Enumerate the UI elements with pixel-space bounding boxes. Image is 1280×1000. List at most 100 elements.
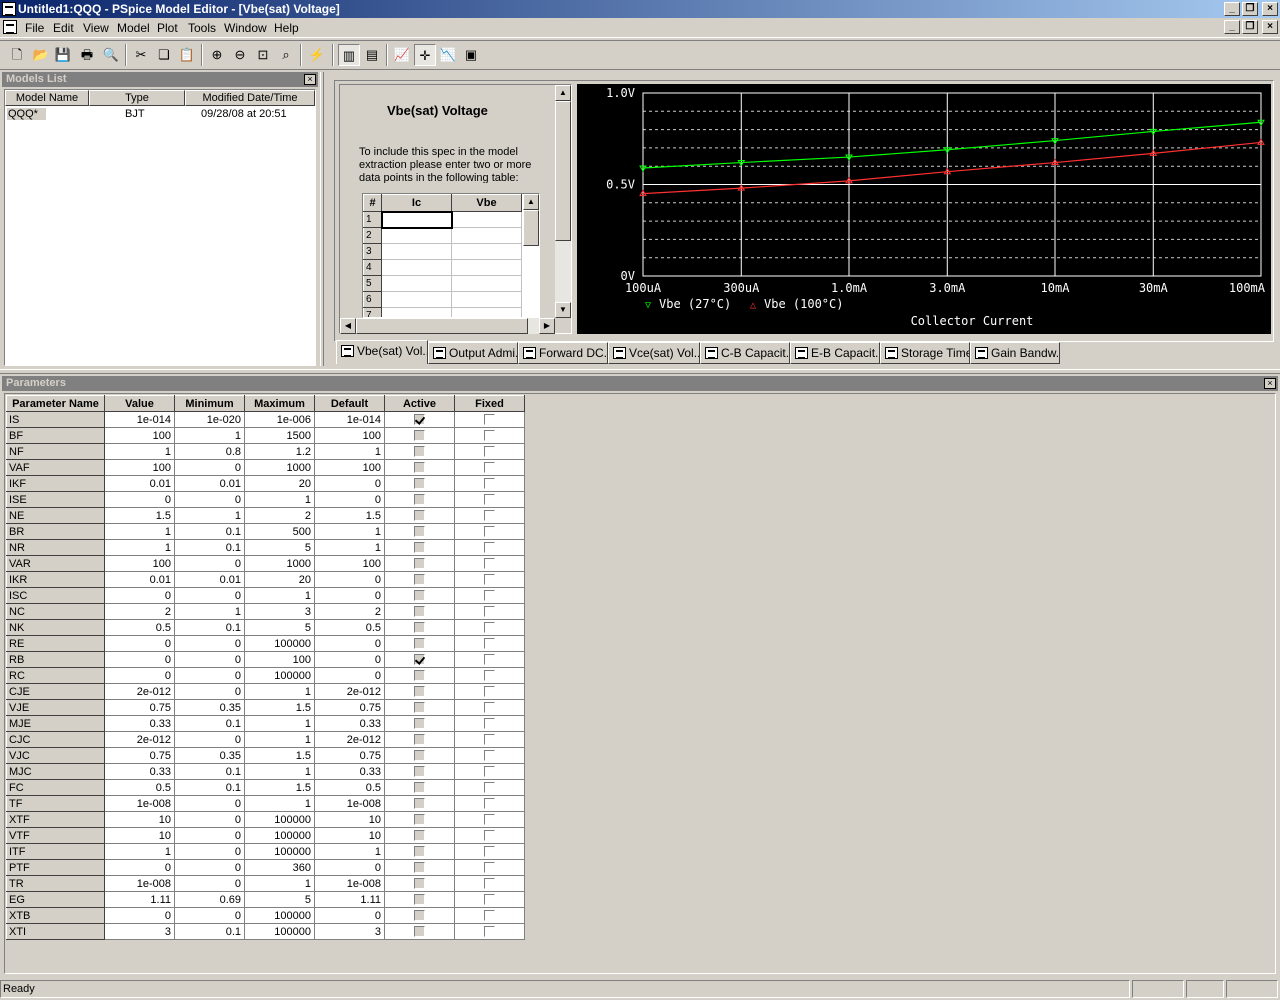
chart[interactable]: 1.0V 0.5V 0V 100uA 300uA 1.0mA 3.0mA 10mA 30mA 10…	[577, 84, 1271, 334]
menu-view[interactable]: View	[83, 21, 109, 35]
active-checkbox[interactable]	[414, 590, 425, 602]
param-default[interactable]: 1	[314, 523, 385, 540]
param-value[interactable]: 0.5	[104, 779, 175, 796]
param-minimum[interactable]: 0	[174, 555, 245, 572]
param-default[interactable]: 1.5	[314, 507, 385, 524]
active-checkbox[interactable]	[414, 814, 425, 826]
param-default[interactable]: 0.5	[314, 619, 385, 636]
param-default[interactable]: 0.75	[314, 699, 385, 716]
active-checkbox[interactable]	[414, 782, 425, 794]
param-value[interactable]: 0.33	[104, 763, 175, 780]
fixed-checkbox[interactable]	[484, 734, 495, 746]
models-list-close-icon[interactable]: ×	[304, 74, 316, 85]
table-row[interactable]: CJE 2e-012 0 1 2e-012	[6, 683, 525, 700]
marker-icon[interactable]: 📉	[437, 44, 459, 66]
param-default[interactable]: 0	[314, 859, 385, 876]
param-default[interactable]: 1e-008	[314, 795, 385, 812]
param-maximum[interactable]: 2	[244, 507, 315, 524]
param-default[interactable]: 1	[314, 443, 385, 460]
param-maximum[interactable]: 1	[244, 795, 315, 812]
menu-plot[interactable]: Plot	[157, 21, 178, 35]
fixed-checkbox[interactable]	[484, 910, 495, 922]
spec-table-scroll-up-icon[interactable]: ▲	[523, 194, 539, 210]
param-maximum[interactable]: 1	[244, 715, 315, 732]
param-default[interactable]: 1	[314, 843, 385, 860]
param-value[interactable]: 1.11	[104, 891, 175, 908]
param-minimum[interactable]: 0.1	[174, 619, 245, 636]
app-icon[interactable]	[2, 2, 16, 16]
param-minimum[interactable]: 0	[174, 875, 245, 892]
table-row[interactable]: NR 1 0.1 5 1	[6, 539, 525, 556]
table-row[interactable]: EG 1.11 0.69 5 1.11	[6, 891, 525, 908]
param-maximum[interactable]: 100	[244, 651, 315, 668]
param-default[interactable]: 10	[314, 811, 385, 828]
active-checkbox[interactable]	[414, 574, 425, 586]
fixed-checkbox[interactable]	[484, 494, 495, 506]
active-checkbox[interactable]	[414, 862, 425, 874]
active-checkbox[interactable]	[414, 462, 425, 474]
vbe-cell[interactable]	[451, 275, 522, 292]
active-checkbox[interactable]	[414, 798, 425, 810]
param-value[interactable]: 0	[104, 651, 175, 668]
col-minimum[interactable]: Minimum	[174, 395, 245, 412]
menu-window[interactable]: Window	[224, 21, 267, 35]
fixed-checkbox[interactable]	[484, 718, 495, 730]
active-checkbox[interactable]	[414, 686, 425, 698]
fixed-checkbox[interactable]	[484, 702, 495, 714]
fixed-checkbox[interactable]	[484, 686, 495, 698]
vbe-cell[interactable]	[451, 227, 522, 244]
param-minimum[interactable]: 0.1	[174, 523, 245, 540]
active-checkbox[interactable]	[414, 638, 425, 650]
param-value[interactable]: 0	[104, 587, 175, 604]
horizontal-splitter[interactable]	[0, 369, 1280, 374]
param-minimum[interactable]: 0.1	[174, 763, 245, 780]
scroll-right-icon[interactable]: ▶	[539, 318, 555, 334]
pspice-icon[interactable]: ▣	[460, 44, 482, 66]
zoom-fit-icon[interactable]: ⌕	[275, 44, 297, 66]
active-checkbox[interactable]	[414, 510, 425, 522]
table-row[interactable]: XTI 3 0.1 100000 3	[6, 923, 525, 940]
tab-vbe-sat[interactable]: Vbe(sat) Vol...	[336, 340, 428, 364]
tab-forward-dc[interactable]: Forward DC...	[518, 342, 608, 364]
param-minimum[interactable]: 0	[174, 731, 245, 748]
fixed-checkbox[interactable]	[484, 670, 495, 682]
active-checkbox[interactable]	[414, 750, 425, 762]
col-fixed[interactable]: Fixed	[454, 395, 525, 412]
menu-tools[interactable]: Tools	[188, 21, 216, 35]
parameters-close-icon[interactable]: ×	[1264, 378, 1276, 389]
param-default[interactable]: 0	[314, 475, 385, 492]
col-active[interactable]: Active	[384, 395, 455, 412]
fixed-checkbox[interactable]	[484, 862, 495, 874]
table-row[interactable]: TR 1e-008 0 1 1e-008	[6, 875, 525, 892]
param-value[interactable]: 1e-008	[104, 875, 175, 892]
active-checkbox[interactable]	[414, 830, 425, 842]
active-checkbox[interactable]	[414, 430, 425, 442]
param-maximum[interactable]: 1	[244, 731, 315, 748]
param-minimum[interactable]: 0	[174, 811, 245, 828]
param-maximum[interactable]: 500	[244, 523, 315, 540]
active-checkbox[interactable]	[414, 766, 425, 778]
param-minimum[interactable]: 1e-020	[174, 411, 245, 428]
param-minimum[interactable]: 0.35	[174, 747, 245, 764]
table-row[interactable]: VAF 100 0 1000 100	[6, 459, 525, 476]
spec-col-ic[interactable]: Ic	[381, 194, 452, 212]
param-minimum[interactable]: 0.35	[174, 699, 245, 716]
tab-eb-capacitance[interactable]: E-B Capacit...	[790, 342, 880, 364]
fixed-checkbox[interactable]	[484, 478, 495, 490]
param-default[interactable]: 0	[314, 667, 385, 684]
ic-cell[interactable]	[381, 227, 452, 244]
print-preview-icon[interactable]: 🔍	[100, 44, 122, 66]
crosshair-icon[interactable]: ✛	[414, 44, 436, 66]
fixed-checkbox[interactable]	[484, 430, 495, 442]
table-row[interactable]: MJC 0.33 0.1 1 0.33	[6, 763, 525, 780]
param-default[interactable]: 0	[314, 651, 385, 668]
param-value[interactable]: 10	[104, 827, 175, 844]
param-default[interactable]: 100	[314, 555, 385, 572]
paste-icon[interactable]: 📋	[176, 44, 198, 66]
fixed-checkbox[interactable]	[484, 606, 495, 618]
param-default[interactable]: 2	[314, 603, 385, 620]
param-maximum[interactable]: 1	[244, 875, 315, 892]
param-default[interactable]: 2e-012	[314, 731, 385, 748]
param-value[interactable]: 2e-012	[104, 731, 175, 748]
param-minimum[interactable]: 0	[174, 795, 245, 812]
